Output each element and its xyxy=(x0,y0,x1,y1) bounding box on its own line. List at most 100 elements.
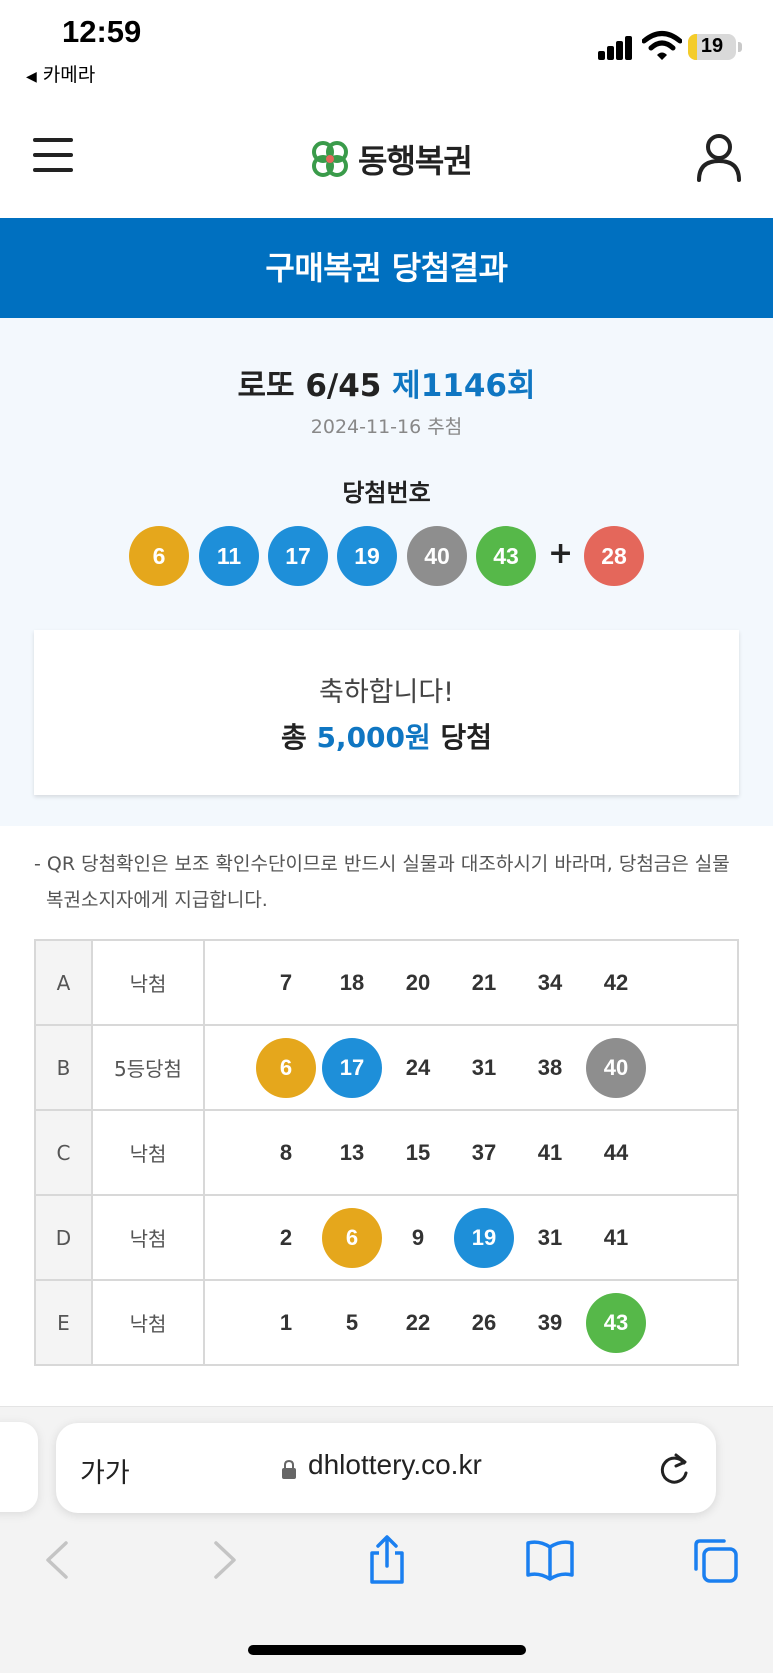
game-letter: C xyxy=(34,1109,93,1196)
clock: 12:59 xyxy=(62,14,142,49)
winning-numbers: 6 11 17 19 40 43 + 28 xyxy=(129,526,649,588)
game-result: 낙첨 xyxy=(91,1194,205,1281)
ticket-row: A 낙첨 7 18 20 21 34 42 xyxy=(34,939,739,1026)
tabs-icon[interactable] xyxy=(690,1535,740,1585)
winning-ball: 43 xyxy=(476,526,536,586)
bookmarks-icon[interactable] xyxy=(525,1535,575,1585)
home-indicator xyxy=(248,1645,526,1655)
game-numbers: 1 5 22 26 39 43 xyxy=(203,1279,739,1366)
game-letter: E xyxy=(34,1279,93,1366)
ticket-number: 41 xyxy=(537,1139,563,1165)
draw-date: 2024-11-16 추첨 xyxy=(310,416,463,438)
battery-tip xyxy=(738,42,742,52)
back-app-label: 카메라 xyxy=(42,64,96,86)
page-title-banner: 구매복권 당첨결과 xyxy=(0,218,773,318)
battery-icon: 19 xyxy=(688,34,736,60)
share-icon[interactable] xyxy=(362,1535,412,1585)
cellular-signal-icon xyxy=(598,34,634,60)
back-to-app-link[interactable]: ◀ 카메라 xyxy=(26,60,95,87)
matched-number-ball: 40 xyxy=(586,1037,646,1098)
ticket-number: 42 xyxy=(603,969,629,995)
forward-arrow-icon[interactable] xyxy=(198,1535,248,1585)
site-logo[interactable]: 동행복권 xyxy=(310,136,473,182)
prize-amount: 5,000원 xyxy=(316,721,431,754)
back-triangle-icon: ◀ xyxy=(26,69,37,85)
draw-result-section: 로또 6/45 제1146회 2024-11-16 추첨 당첨번호 6 11 1… xyxy=(0,318,773,826)
game-name: 로또 6/45 xyxy=(237,368,382,404)
ticket-number: 13 xyxy=(339,1139,365,1165)
winning-ball: 40 xyxy=(407,526,467,586)
matched-number-ball: 6 xyxy=(322,1207,382,1268)
ticket-row: D 낙첨 2 6 9 19 31 41 xyxy=(34,1194,739,1281)
menu-icon[interactable] xyxy=(33,138,73,172)
prize-suffix: 당첨 xyxy=(440,721,493,754)
plus-sign: + xyxy=(548,536,574,571)
ticket-number: 39 xyxy=(537,1309,563,1335)
logo-text: 동행복권 xyxy=(358,142,473,180)
game-letter: B xyxy=(34,1024,93,1111)
ticket-games-table: A 낙첨 7 18 20 21 34 42 B 5등당첨 6 17 24 31 38 40 C 낙첨 8 13 15 37… xyxy=(34,939,739,1366)
lock-icon xyxy=(282,1459,296,1479)
ticket-number: 34 xyxy=(537,969,563,995)
ticket-row: C 낙첨 8 13 15 37 41 44 xyxy=(34,1109,739,1196)
matched-number-ball: 19 xyxy=(454,1207,514,1268)
ticket-number: 5 xyxy=(345,1309,359,1335)
wifi-icon xyxy=(642,31,682,60)
ticket-number: 15 xyxy=(405,1139,431,1165)
game-result: 5등당첨 xyxy=(91,1024,205,1111)
ticket-number: 9 xyxy=(411,1224,425,1250)
prize-result-card: 축하합니다! 총 5,000원 당첨 xyxy=(34,630,739,795)
qr-notice: - QR 당첨확인은 보조 확인수단이므로 반드시 실물과 대조하시기 바라며,… xyxy=(34,853,730,911)
bonus-ball: 28 xyxy=(584,526,644,586)
ticket-number: 38 xyxy=(537,1054,563,1080)
text-size-button[interactable]: 가가 xyxy=(80,1451,130,1490)
ticket-number: 2 xyxy=(279,1224,293,1250)
matched-number-ball: 6 xyxy=(256,1037,316,1098)
ticket-number: 37 xyxy=(471,1139,497,1165)
battery-level: 19 xyxy=(700,35,724,57)
matched-number-ball: 43 xyxy=(586,1292,646,1353)
ticket-number: 22 xyxy=(405,1309,431,1335)
ticket-number: 31 xyxy=(471,1054,497,1080)
ticket-number: 18 xyxy=(339,969,365,995)
game-numbers: 7 18 20 21 34 42 xyxy=(203,939,739,1026)
ticket-number: 21 xyxy=(471,969,497,995)
ticket-number: 44 xyxy=(603,1139,629,1165)
prize-prefix: 총 xyxy=(280,721,307,754)
game-result: 낙첨 xyxy=(91,1279,205,1366)
congrats-text: 축하합니다! xyxy=(318,677,455,708)
winning-numbers-label: 당첨번호 xyxy=(342,479,431,507)
game-numbers: 2 6 9 19 31 41 xyxy=(203,1194,739,1281)
user-icon[interactable] xyxy=(696,132,742,182)
ticket-number: 31 xyxy=(537,1224,563,1250)
address-bar[interactable]: 가가 dhlottery.co.kr xyxy=(56,1423,716,1513)
game-numbers: 8 13 15 37 41 44 xyxy=(203,1109,739,1196)
reload-icon[interactable] xyxy=(656,1449,692,1487)
winning-ball: 17 xyxy=(268,526,328,586)
url-text[interactable]: dhlottery.co.kr xyxy=(308,1449,482,1481)
ticket-number: 24 xyxy=(405,1054,431,1080)
clover-logo-icon xyxy=(312,141,348,177)
ticket-number: 26 xyxy=(471,1309,497,1335)
ticket-row: E 낙첨 1 5 22 26 39 43 xyxy=(34,1279,739,1366)
ticket-number: 20 xyxy=(405,969,431,995)
game-result: 낙첨 xyxy=(91,939,205,1026)
matched-number-ball: 17 xyxy=(322,1037,382,1098)
draw-round: 제1146회 xyxy=(392,368,536,404)
winning-ball: 19 xyxy=(337,526,397,586)
previous-tab-preview[interactable] xyxy=(0,1422,38,1512)
ticket-row: B 5등당첨 6 17 24 31 38 40 xyxy=(34,1024,739,1111)
status-bar: 12:59 ◀ 카메라 19 xyxy=(0,0,773,90)
winning-ball: 11 xyxy=(199,526,259,586)
ticket-number: 1 xyxy=(279,1309,293,1335)
back-arrow-icon[interactable] xyxy=(34,1535,84,1585)
prize-total: 총 5,000원 당첨 xyxy=(34,716,739,756)
site-header: 동행복권 xyxy=(0,108,773,218)
game-result: 낙첨 xyxy=(91,1109,205,1196)
ticket-number: 41 xyxy=(603,1224,629,1250)
ticket-number: 7 xyxy=(279,969,293,995)
game-letter: D xyxy=(34,1194,93,1281)
draw-title: 로또 6/45 제1146회 xyxy=(0,360,773,405)
ticket-number: 8 xyxy=(279,1139,293,1165)
winning-ball: 6 xyxy=(129,526,189,586)
